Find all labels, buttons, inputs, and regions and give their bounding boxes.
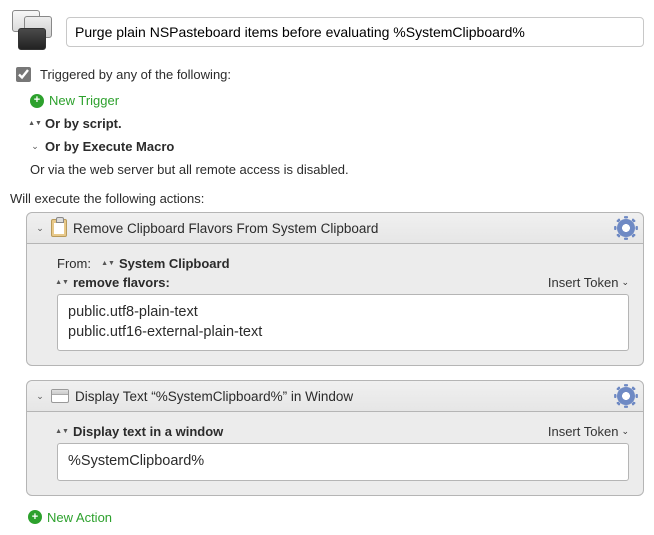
display-text-textarea[interactable]: %SystemClipboard% bbox=[57, 443, 629, 481]
or-by-execute-macro-label: Or by Execute Macro bbox=[45, 139, 174, 154]
triggered-label: Triggered by any of the following: bbox=[40, 67, 231, 82]
clipboard-icon bbox=[51, 219, 67, 237]
execute-label: Will execute the following actions: bbox=[10, 191, 644, 206]
stepper-icon[interactable]: ▲▼ bbox=[57, 280, 67, 285]
action-title: Display Text “%SystemClipboard%” in Wind… bbox=[75, 389, 611, 404]
or-by-execute-macro[interactable]: ⌄ Or by Execute Macro bbox=[30, 135, 644, 158]
insert-token-button[interactable]: Insert Token⌄ bbox=[548, 424, 629, 439]
macro-name-input[interactable] bbox=[66, 17, 644, 47]
new-action-label: New Action bbox=[47, 510, 112, 525]
plus-icon: + bbox=[30, 94, 44, 108]
web-server-note: Or via the web server but all remote acc… bbox=[30, 158, 644, 181]
new-trigger-button[interactable]: + New Trigger bbox=[30, 89, 644, 112]
stepper-icon: ▲▼ bbox=[30, 121, 40, 126]
new-trigger-label: New Trigger bbox=[49, 93, 119, 108]
insert-token-button[interactable]: Insert Token⌄ bbox=[548, 275, 629, 290]
flavors-textarea[interactable]: public.utf8-plain-text public.utf16-exte… bbox=[57, 294, 629, 351]
display-mode-label[interactable]: Display text in a window bbox=[73, 424, 223, 439]
action-title: Remove Clipboard Flavors From System Cli… bbox=[73, 221, 611, 236]
or-by-script-label: Or by script. bbox=[45, 116, 122, 131]
gear-icon[interactable] bbox=[617, 219, 635, 237]
remove-flavors-label: remove flavors: bbox=[73, 275, 170, 290]
from-value[interactable]: System Clipboard bbox=[119, 256, 230, 271]
stepper-icon[interactable]: ▲▼ bbox=[57, 429, 67, 434]
new-action-button[interactable]: + New Action bbox=[28, 510, 644, 525]
window-icon bbox=[51, 389, 69, 403]
plus-icon: + bbox=[28, 510, 42, 524]
macro-icon bbox=[10, 10, 58, 54]
gear-icon[interactable] bbox=[617, 387, 635, 405]
disclosure-icon[interactable]: ⌄ bbox=[35, 223, 45, 234]
disclosure-icon[interactable]: ⌄ bbox=[35, 391, 45, 402]
action-remove-clipboard-flavors: ⌄ Remove Clipboard Flavors From System C… bbox=[26, 212, 644, 366]
chevron-down-icon: ⌄ bbox=[30, 141, 40, 152]
stepper-icon[interactable]: ▲▼ bbox=[103, 261, 113, 266]
triggered-checkbox[interactable] bbox=[16, 67, 31, 82]
or-by-script[interactable]: ▲▼ Or by script. bbox=[30, 112, 644, 135]
from-label: From: bbox=[57, 256, 97, 271]
action-display-text: ⌄ Display Text “%SystemClipboard%” in Wi… bbox=[26, 380, 644, 496]
